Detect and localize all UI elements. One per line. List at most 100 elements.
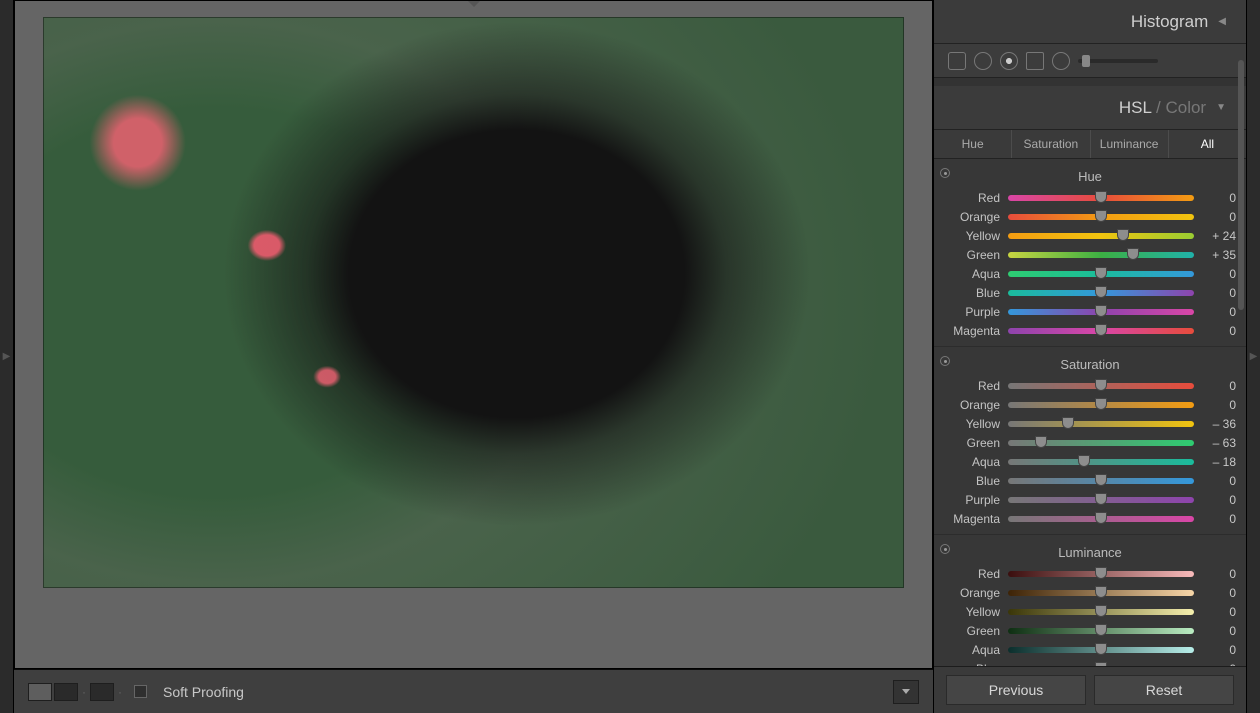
slider-thumb[interactable] <box>1095 567 1107 579</box>
slider-track[interactable] <box>1008 328 1194 334</box>
slider-track[interactable] <box>1008 233 1194 239</box>
targeted-adjust-icon[interactable] <box>940 168 950 178</box>
sat-slider-red: Red0 <box>944 376 1236 395</box>
slider-track[interactable] <box>1008 195 1194 201</box>
slider-label: Magenta <box>944 324 1000 338</box>
slider-value[interactable]: 0 <box>1202 267 1236 281</box>
slider-track[interactable] <box>1008 666 1194 667</box>
crop-tool-icon[interactable] <box>948 52 966 70</box>
slider-thumb[interactable] <box>1095 324 1107 336</box>
histogram-panel-header[interactable]: Histogram ◀ <box>934 0 1246 44</box>
slider-value[interactable]: + 24 <box>1202 229 1236 243</box>
slider-thumb[interactable] <box>1095 398 1107 410</box>
spot-removal-icon[interactable] <box>974 52 992 70</box>
slider-track[interactable] <box>1008 290 1194 296</box>
radial-filter-icon[interactable] <box>1052 52 1070 70</box>
slider-thumb[interactable] <box>1095 605 1107 617</box>
slider-track[interactable] <box>1008 309 1194 315</box>
slider-thumb[interactable] <box>1095 210 1107 222</box>
slider-track[interactable] <box>1008 609 1194 615</box>
slider-label: Yellow <box>944 605 1000 619</box>
right-panel-rail[interactable]: ▶ <box>1246 0 1260 713</box>
slider-value[interactable]: – 18 <box>1202 455 1236 469</box>
slider-value[interactable]: 0 <box>1202 512 1236 526</box>
slider-value[interactable]: – 63 <box>1202 436 1236 450</box>
soft-proofing-label[interactable]: Soft Proofing <box>163 684 244 700</box>
view-mode-before-after-v[interactable] <box>90 683 114 701</box>
soft-proofing-checkbox[interactable] <box>134 685 147 698</box>
slider-track[interactable] <box>1008 421 1194 427</box>
slider-thumb[interactable] <box>1062 417 1074 429</box>
targeted-adjust-icon[interactable] <box>940 356 950 366</box>
left-panel-rail[interactable]: ▶ <box>0 0 14 713</box>
slider-track[interactable] <box>1008 402 1194 408</box>
slider-value[interactable]: 0 <box>1202 379 1236 393</box>
slider-value[interactable]: 0 <box>1202 493 1236 507</box>
tab-luminance[interactable]: Luminance <box>1091 130 1169 158</box>
view-mode-loupe[interactable] <box>28 683 52 701</box>
slider-track[interactable] <box>1008 647 1194 653</box>
slider-thumb[interactable] <box>1095 624 1107 636</box>
tool-strip <box>934 44 1246 78</box>
reset-button[interactable]: Reset <box>1094 675 1234 705</box>
slider-thumb[interactable] <box>1095 267 1107 279</box>
slider-value[interactable]: – 36 <box>1202 417 1236 431</box>
slider-thumb[interactable] <box>1095 662 1107 667</box>
slider-thumb[interactable] <box>1117 229 1129 241</box>
slider-value[interactable]: 0 <box>1202 210 1236 224</box>
slider-track[interactable] <box>1008 459 1194 465</box>
slider-thumb[interactable] <box>1095 191 1107 203</box>
slider-label: Purple <box>944 305 1000 319</box>
slider-value[interactable]: 0 <box>1202 567 1236 581</box>
slider-value[interactable]: 0 <box>1202 398 1236 412</box>
grad-filter-icon[interactable] <box>1026 52 1044 70</box>
slider-track[interactable] <box>1008 516 1194 522</box>
tab-saturation[interactable]: Saturation <box>1012 130 1090 158</box>
slider-label: Blue <box>944 662 1000 667</box>
brush-size-slider[interactable] <box>1078 59 1158 63</box>
slider-thumb[interactable] <box>1095 474 1107 486</box>
slider-value[interactable]: 0 <box>1202 643 1236 657</box>
redeye-tool-icon[interactable] <box>1000 52 1018 70</box>
slider-value[interactable]: 0 <box>1202 586 1236 600</box>
slider-track[interactable] <box>1008 590 1194 596</box>
slider-thumb[interactable] <box>1095 643 1107 655</box>
previous-button[interactable]: Previous <box>946 675 1086 705</box>
slider-value[interactable]: 0 <box>1202 191 1236 205</box>
slider-value[interactable]: 0 <box>1202 624 1236 638</box>
slider-value[interactable]: 0 <box>1202 305 1236 319</box>
toolbar-options-dropdown[interactable] <box>893 680 919 704</box>
slider-thumb[interactable] <box>1095 586 1107 598</box>
slider-track[interactable] <box>1008 383 1194 389</box>
slider-value[interactable]: 0 <box>1202 324 1236 338</box>
slider-thumb[interactable] <box>1078 455 1090 467</box>
tab-hue[interactable]: Hue <box>934 130 1012 158</box>
slider-track[interactable] <box>1008 252 1194 258</box>
slider-label: Blue <box>944 474 1000 488</box>
slider-track[interactable] <box>1008 497 1194 503</box>
slider-thumb[interactable] <box>1095 305 1107 317</box>
slider-thumb[interactable] <box>1035 436 1047 448</box>
slider-value[interactable]: 0 <box>1202 474 1236 488</box>
slider-track[interactable] <box>1008 478 1194 484</box>
canvas-area[interactable] <box>14 0 933 669</box>
slider-thumb[interactable] <box>1095 512 1107 524</box>
tab-all[interactable]: All <box>1169 130 1246 158</box>
slider-value[interactable]: + 35 <box>1202 248 1236 262</box>
slider-value[interactable]: 0 <box>1202 662 1236 667</box>
slider-value[interactable]: 0 <box>1202 286 1236 300</box>
hsl-panel-header[interactable]: HSL / Color ▼ <box>934 86 1246 130</box>
slider-track[interactable] <box>1008 271 1194 277</box>
slider-track[interactable] <box>1008 628 1194 634</box>
slider-value[interactable]: 0 <box>1202 605 1236 619</box>
slider-thumb[interactable] <box>1127 248 1139 260</box>
slider-thumb[interactable] <box>1095 493 1107 505</box>
slider-track[interactable] <box>1008 214 1194 220</box>
slider-track[interactable] <box>1008 440 1194 446</box>
slider-thumb[interactable] <box>1095 379 1107 391</box>
slider-thumb[interactable] <box>1095 286 1107 298</box>
targeted-adjust-icon[interactable] <box>940 544 950 554</box>
view-mode-before-after-h[interactable] <box>54 683 78 701</box>
slider-track[interactable] <box>1008 571 1194 577</box>
scrollbar-thumb[interactable] <box>1238 60 1244 310</box>
